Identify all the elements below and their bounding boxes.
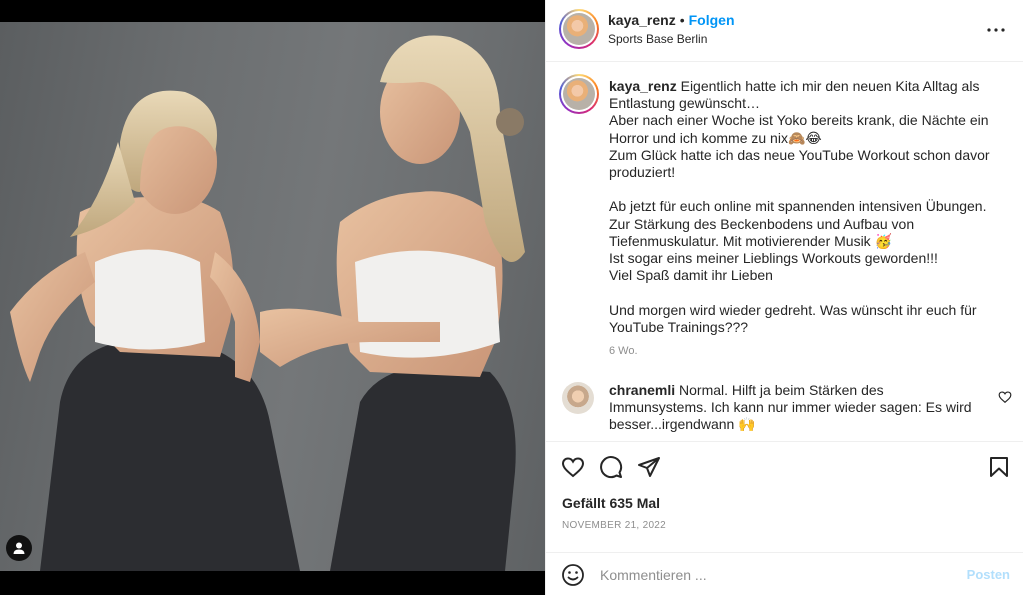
commenter-avatar[interactable] [562,382,594,414]
comment-like-button[interactable] [998,390,1012,404]
share-icon [638,457,660,477]
tagged-users-button[interactable] [6,535,32,561]
location-link[interactable]: Sports Base Berlin [608,32,707,46]
post-date[interactable]: NOVEMBER 21, 2022 [562,520,666,531]
comment-button[interactable] [598,454,624,480]
post-comment-button[interactable]: Posten [967,567,1010,582]
comment-text: chranemli Normal. Hilft ja beim Stärken … [609,382,984,434]
comment-username[interactable]: chranemli [609,382,675,398]
caption-username[interactable]: kaya_renz [609,78,677,94]
avatar[interactable] [559,9,599,49]
emoji-button[interactable] [560,562,586,588]
save-button[interactable] [986,454,1012,480]
header-username[interactable]: kaya_renz [608,12,676,28]
post-photo[interactable] [0,22,545,571]
comment-form: Posten [546,552,1023,595]
header-user: kaya_renz • Folgen [608,12,735,28]
comment-input[interactable] [600,564,940,586]
caption-text: kaya_renz Eigentlich hatte ich mir den n… [609,78,1004,336]
more-horizontal-icon [987,28,1005,32]
heart-icon [998,391,1012,404]
like-button[interactable] [560,454,586,480]
header-separator: • [679,12,685,28]
share-button[interactable] [636,454,662,480]
comments-scroll-area[interactable]: kaya_renz Eigentlich hatte ich mir den n… [546,62,1023,442]
post-actions [546,452,1023,482]
more-options-button[interactable] [984,20,1008,40]
follow-button[interactable]: Folgen [689,12,735,28]
heart-icon [561,457,585,478]
comment-icon [600,456,623,479]
like-count[interactable]: Gefällt 635 Mal [562,495,660,511]
emoji-icon [562,564,584,586]
caption-avatar[interactable] [559,74,599,114]
post-header: kaya_renz • Folgen Sports Base Berlin [546,0,1023,62]
caption-timestamp[interactable]: 6 Wo. [609,345,638,357]
photo-illustration [10,35,525,571]
post-panel: kaya_renz • Folgen Sports Base Berlin kaya… [545,0,1023,595]
post-media [0,0,545,595]
caption-body: Eigentlich hatte ich mir den neuen Kita … [609,78,990,335]
user-icon [13,542,25,554]
bookmark-icon [990,457,1008,477]
